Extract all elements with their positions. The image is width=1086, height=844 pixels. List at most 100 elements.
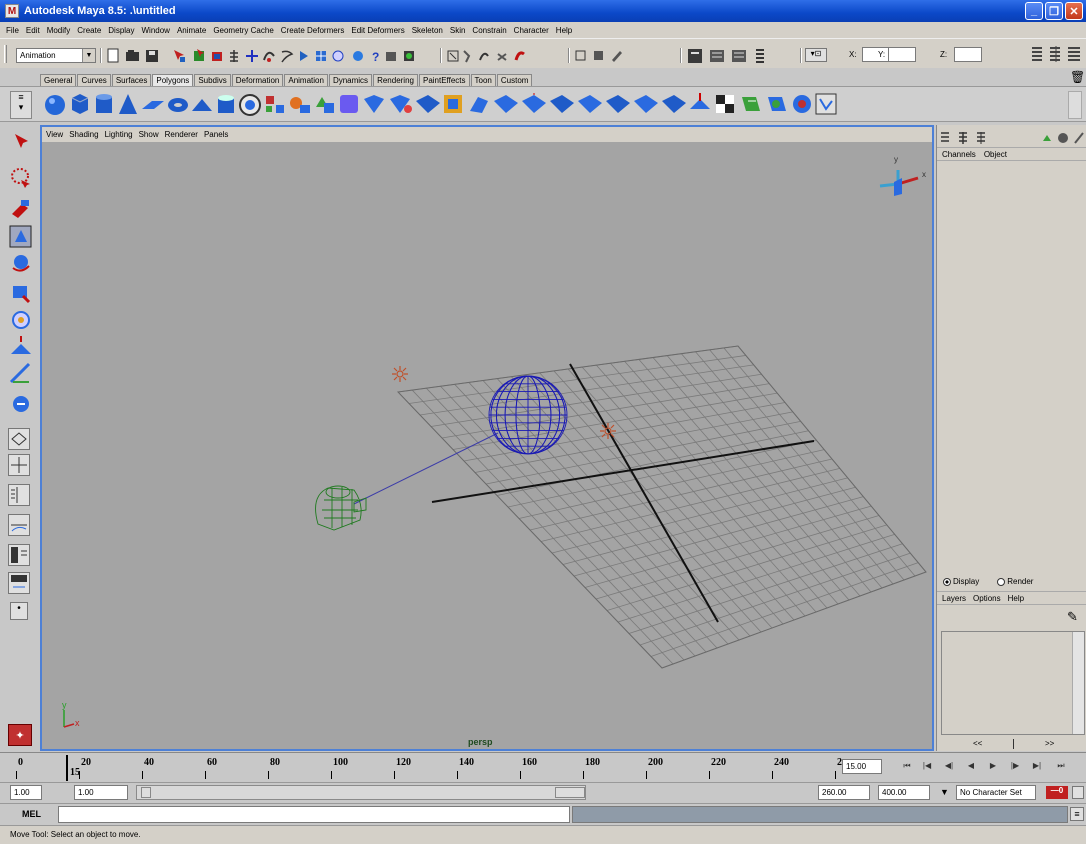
menu-geometry-cache[interactable]: Geometry Cache <box>213 26 273 35</box>
menu-constrain[interactable]: Constrain <box>472 26 506 35</box>
start-time-field[interactable]: 1.00 <box>10 785 42 800</box>
menu-edit-deformers[interactable]: Edit Deformers <box>351 26 404 35</box>
time-slider[interactable]: 15 0 20 40 60 80 100 120 140 160 180 200 220 240 2 15… <box>0 752 1086 782</box>
sidebar-toggle-icons[interactable] <box>1030 45 1086 63</box>
panel-layout-icons[interactable] <box>686 47 806 65</box>
tab-rendering[interactable]: Rendering <box>373 74 418 86</box>
layers-menu[interactable]: Layers <box>942 594 966 603</box>
menu-help[interactable]: Help <box>556 26 572 35</box>
x-input[interactable] <box>862 47 890 62</box>
panel-menu-view[interactable]: View <box>46 130 63 139</box>
mel-label[interactable]: MEL <box>22 809 41 819</box>
playback-range-bar[interactable] <box>136 785 586 800</box>
character-set-field[interactable]: No Character Set <box>956 785 1036 800</box>
step-back-key-icon[interactable]: |◀ <box>920 759 934 773</box>
script-editor-icon[interactable]: ≡ <box>1070 807 1084 821</box>
play-backwards-icon[interactable]: ◀ <box>964 759 978 773</box>
z-input[interactable] <box>954 47 982 62</box>
four-view-layout-icon[interactable] <box>8 454 30 476</box>
go-to-start-icon[interactable]: ⏮ <box>900 759 914 773</box>
display-radio[interactable] <box>943 577 951 586</box>
status-line-grip[interactable] <box>4 45 7 63</box>
single-perspective-layout-icon[interactable] <box>8 428 30 450</box>
tab-subdivs[interactable]: Subdivs <box>194 74 231 86</box>
animation-preferences-icon[interactable] <box>1072 786 1084 799</box>
menu-edit[interactable]: Edit <box>26 26 40 35</box>
help-menu[interactable]: Help <box>1008 594 1024 603</box>
perspective-viewport[interactable]: View Shading Lighting Show Renderer Pane… <box>40 125 934 751</box>
tab-general[interactable]: General <box>40 74 77 86</box>
restore-icon[interactable]: ❐ <box>1045 2 1063 20</box>
menu-skin[interactable]: Skin <box>450 26 466 35</box>
y-input[interactable] <box>888 47 916 62</box>
menu-create[interactable]: Create <box>77 26 101 35</box>
object-menu[interactable]: Object <box>984 150 1007 159</box>
render-icons[interactable] <box>574 48 694 64</box>
hypershade-persp-layout-icon[interactable] <box>8 544 30 566</box>
current-time-indicator[interactable] <box>66 755 68 781</box>
menu-character[interactable]: Character <box>514 26 549 35</box>
step-back-frame-icon[interactable]: ◀| <box>942 759 956 773</box>
persp-outliner-layout-icon[interactable] <box>8 484 30 506</box>
layer-list-scrollbar[interactable] <box>1072 632 1084 734</box>
persp-graph-hypergraph-layout-icon[interactable] <box>8 572 30 594</box>
tab-animation[interactable]: Animation <box>284 74 328 86</box>
character-set-dropdown-icon[interactable]: ▼ <box>940 787 949 797</box>
menu-file[interactable]: File <box>6 26 19 35</box>
viewport-scene[interactable]: y x y x <box>42 142 932 749</box>
range-end-handle[interactable] <box>555 787 585 798</box>
tab-curves[interactable]: Curves <box>77 74 111 86</box>
go-to-end-icon[interactable]: ⏭ <box>1054 759 1068 773</box>
persp-graph-layout-icon[interactable] <box>8 514 30 536</box>
range-start-handle[interactable] <box>141 787 151 798</box>
status-tool-icons[interactable]: ? <box>106 48 436 64</box>
current-time-field[interactable]: 15.00 <box>842 759 882 774</box>
tab-polygons[interactable]: Polygons <box>152 74 194 86</box>
menu-window[interactable]: Window <box>142 26 170 35</box>
tab-toon[interactable]: Toon <box>470 74 496 86</box>
more-layouts-button[interactable]: • <box>10 602 28 620</box>
auto-key-toggle-icon[interactable]: ―0 <box>1046 786 1068 799</box>
render-radio[interactable] <box>997 577 1006 586</box>
trash-icon[interactable]: 🗑 <box>1070 70 1085 84</box>
layer-nav-next[interactable]: >> <box>1045 739 1054 748</box>
selection-mask-icons[interactable] <box>446 48 566 64</box>
step-forward-frame-icon[interactable]: |▶ <box>1008 759 1022 773</box>
menu-create-deformers[interactable]: Create Deformers <box>281 26 345 35</box>
tab-dynamics[interactable]: Dynamics <box>328 74 373 86</box>
tab-custom[interactable]: Custom <box>496 74 533 86</box>
channel-box-toolbar[interactable] <box>939 131 1085 145</box>
shelf-menu-button[interactable]: ≡ ▾ <box>10 91 32 119</box>
shelf-scrollbar[interactable] <box>1068 91 1082 119</box>
maya-icon[interactable]: M <box>5 4 19 18</box>
create-layer-icon[interactable]: ✎ <box>1067 609 1078 625</box>
tab-deformation[interactable]: Deformation <box>231 74 284 86</box>
playback-end-field[interactable]: 260.00 <box>818 785 870 800</box>
menu-display[interactable]: Display <box>108 26 134 35</box>
end-time-field[interactable]: 400.00 <box>878 785 930 800</box>
panel-menu-lighting[interactable]: Lighting <box>105 130 133 139</box>
options-menu[interactable]: Options <box>973 594 1001 603</box>
menu-animate[interactable]: Animate <box>177 26 206 35</box>
step-forward-key-icon[interactable]: ▶| <box>1030 759 1044 773</box>
panel-menu-renderer[interactable]: Renderer <box>165 130 198 139</box>
chevron-down-icon[interactable]: ▼ <box>82 49 95 62</box>
shelf-tool-icons[interactable] <box>44 91 904 119</box>
close-icon[interactable]: ✕ <box>1065 2 1083 20</box>
menu-modify[interactable]: Modify <box>47 26 71 35</box>
channels-menu[interactable]: Channels <box>942 150 976 159</box>
layer-list[interactable] <box>941 631 1085 735</box>
panel-menu-shading[interactable]: Shading <box>69 130 98 139</box>
tab-painteffects[interactable]: PaintEffects <box>418 74 470 86</box>
play-forwards-icon[interactable]: ▶ <box>986 759 1000 773</box>
playback-start-field[interactable]: 1.00 <box>74 785 128 800</box>
mel-input[interactable] <box>58 806 570 823</box>
transform-input-mode[interactable]: ▾⊡ <box>805 48 827 62</box>
panel-menu-panels[interactable]: Panels <box>204 130 228 139</box>
menu-skeleton[interactable]: Skeleton <box>412 26 443 35</box>
tab-surfaces[interactable]: Surfaces <box>111 74 152 86</box>
layer-nav-prev[interactable]: << <box>973 739 982 748</box>
minimize-icon[interactable]: _ <box>1025 2 1043 20</box>
menu-set-selector[interactable]: Animation ▼ <box>16 48 96 63</box>
panel-menu-show[interactable]: Show <box>139 130 159 139</box>
